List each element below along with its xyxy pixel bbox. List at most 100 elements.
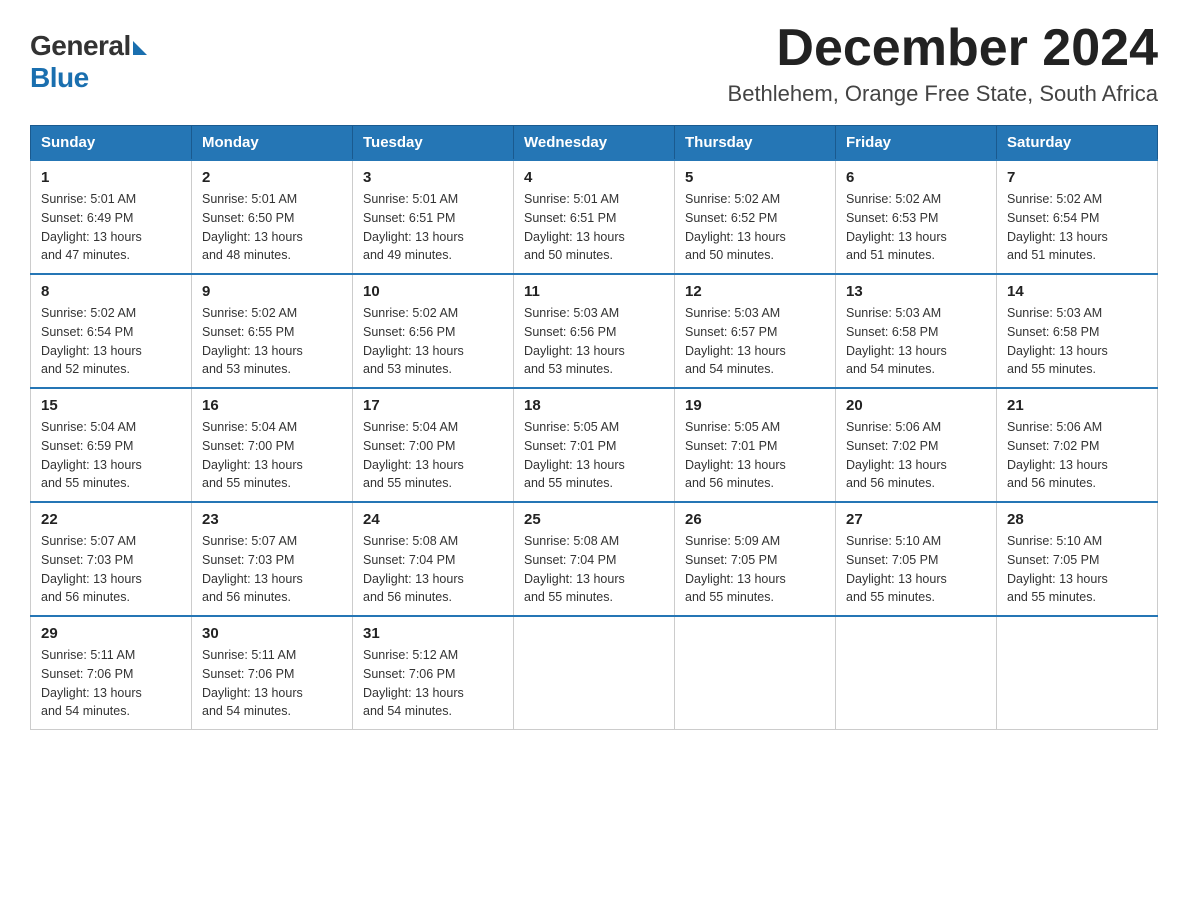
day-info: Sunrise: 5:04 AMSunset: 7:00 PMDaylight:… [202, 418, 342, 493]
day-info: Sunrise: 5:02 AMSunset: 6:53 PMDaylight:… [846, 190, 986, 265]
day-info: Sunrise: 5:09 AMSunset: 7:05 PMDaylight:… [685, 532, 825, 607]
day-info: Sunrise: 5:01 AMSunset: 6:51 PMDaylight:… [363, 190, 503, 265]
calendar-cell: 8 Sunrise: 5:02 AMSunset: 6:54 PMDaylight… [31, 274, 192, 388]
header-cell-tuesday: Tuesday [353, 126, 514, 161]
calendar-cell: 30Sunrise: 5:11 AMSunset: 7:06 PMDayligh… [192, 616, 353, 730]
day-number: 14 [1007, 283, 1147, 300]
logo-text: General Blue [30, 30, 147, 94]
day-info: Sunrise: 5:02 AMSunset: 6:54 PMDaylight:… [41, 304, 181, 379]
day-info: Sunrise: 5:05 AMSunset: 7:01 PMDaylight:… [685, 418, 825, 493]
calendar-cell: 10 Sunrise: 5:02 AMSunset: 6:56 PMDayligh… [353, 274, 514, 388]
day-info: Sunrise: 5:01 AMSunset: 6:50 PMDaylight:… [202, 190, 342, 265]
day-number: 5 [685, 169, 825, 186]
day-info: Sunrise: 5:10 AMSunset: 7:05 PMDaylight:… [846, 532, 986, 607]
calendar-cell [836, 616, 997, 730]
calendar-cell: 23Sunrise: 5:07 AMSunset: 7:03 PMDayligh… [192, 502, 353, 616]
calendar-cell: 25 Sunrise: 5:08 AMSunset: 7:04 PMDayligh… [514, 502, 675, 616]
day-number: 20 [846, 397, 986, 414]
day-info: Sunrise: 5:01 AMSunset: 6:51 PMDaylight:… [524, 190, 664, 265]
calendar-cell: 29Sunrise: 5:11 AMSunset: 7:06 PMDayligh… [31, 616, 192, 730]
day-number: 1 [41, 169, 181, 186]
calendar-cell: 3 Sunrise: 5:01 AMSunset: 6:51 PMDaylight… [353, 160, 514, 274]
day-number: 10 [363, 283, 503, 300]
calendar-cell: 7Sunrise: 5:02 AMSunset: 6:54 PMDaylight… [997, 160, 1158, 274]
day-info: Sunrise: 5:02 AMSunset: 6:54 PMDaylight:… [1007, 190, 1147, 265]
day-info: Sunrise: 5:02 AMSunset: 6:52 PMDaylight:… [685, 190, 825, 265]
logo-blue: Blue [30, 62, 89, 93]
calendar-cell: 18 Sunrise: 5:05 AMSunset: 7:01 PMDayligh… [514, 388, 675, 502]
calendar-cell: 16 Sunrise: 5:04 AMSunset: 7:00 PMDayligh… [192, 388, 353, 502]
calendar-cell: 28 Sunrise: 5:10 AMSunset: 7:05 PMDayligh… [997, 502, 1158, 616]
day-number: 25 [524, 511, 664, 528]
day-number: 8 [41, 283, 181, 300]
day-info: Sunrise: 5:10 AMSunset: 7:05 PMDaylight:… [1007, 532, 1147, 607]
calendar-cell [514, 616, 675, 730]
calendar-cell: 11 Sunrise: 5:03 AMSunset: 6:56 PMDayligh… [514, 274, 675, 388]
calendar-cell: 21 Sunrise: 5:06 AMSunset: 7:02 PMDayligh… [997, 388, 1158, 502]
header-row: SundayMondayTuesdayWednesdayThursdayFrid… [31, 126, 1158, 161]
calendar-cell: 5 Sunrise: 5:02 AMSunset: 6:52 PMDaylight… [675, 160, 836, 274]
calendar-table: SundayMondayTuesdayWednesdayThursdayFrid… [30, 125, 1158, 730]
calendar-cell: 2 Sunrise: 5:01 AMSunset: 6:50 PMDaylight… [192, 160, 353, 274]
calendar-cell [997, 616, 1158, 730]
day-info: Sunrise: 5:03 AMSunset: 6:58 PMDaylight:… [846, 304, 986, 379]
day-number: 12 [685, 283, 825, 300]
day-info: Sunrise: 5:03 AMSunset: 6:58 PMDaylight:… [1007, 304, 1147, 379]
day-number: 3 [363, 169, 503, 186]
calendar-cell: 9 Sunrise: 5:02 AMSunset: 6:55 PMDaylight… [192, 274, 353, 388]
day-info: Sunrise: 5:12 AMSunset: 7:06 PMDaylight:… [363, 646, 503, 721]
day-number: 24 [363, 511, 503, 528]
day-info: Sunrise: 5:02 AMSunset: 6:56 PMDaylight:… [363, 304, 503, 379]
calendar-cell: 15 Sunrise: 5:04 AMSunset: 6:59 PMDayligh… [31, 388, 192, 502]
calendar-header: SundayMondayTuesdayWednesdayThursdayFrid… [31, 126, 1158, 161]
day-number: 13 [846, 283, 986, 300]
header-cell-monday: Monday [192, 126, 353, 161]
day-number: 22 [41, 511, 181, 528]
logo-general: General [30, 30, 131, 61]
header-cell-thursday: Thursday [675, 126, 836, 161]
location-title: Bethlehem, Orange Free State, South Afri… [728, 81, 1158, 107]
day-number: 2 [202, 169, 342, 186]
day-number: 21 [1007, 397, 1147, 414]
day-info: Sunrise: 5:04 AMSunset: 6:59 PMDaylight:… [41, 418, 181, 493]
day-info: Sunrise: 5:03 AMSunset: 6:56 PMDaylight:… [524, 304, 664, 379]
month-title: December 2024 [728, 20, 1158, 77]
day-number: 15 [41, 397, 181, 414]
logo-triangle-icon [133, 41, 147, 55]
calendar-cell: 4 Sunrise: 5:01 AMSunset: 6:51 PMDaylight… [514, 160, 675, 274]
day-info: Sunrise: 5:06 AMSunset: 7:02 PMDaylight:… [846, 418, 986, 493]
calendar-week-row: 8 Sunrise: 5:02 AMSunset: 6:54 PMDaylight… [31, 274, 1158, 388]
day-info: Sunrise: 5:02 AMSunset: 6:55 PMDaylight:… [202, 304, 342, 379]
calendar-cell: 12Sunrise: 5:03 AMSunset: 6:57 PMDayligh… [675, 274, 836, 388]
header-cell-friday: Friday [836, 126, 997, 161]
calendar-week-row: 22Sunrise: 5:07 AMSunset: 7:03 PMDayligh… [31, 502, 1158, 616]
day-info: Sunrise: 5:08 AMSunset: 7:04 PMDaylight:… [524, 532, 664, 607]
day-number: 17 [363, 397, 503, 414]
day-number: 16 [202, 397, 342, 414]
day-number: 26 [685, 511, 825, 528]
day-number: 6 [846, 169, 986, 186]
header-cell-sunday: Sunday [31, 126, 192, 161]
header: General Blue December 2024 Bethlehem, Or… [30, 20, 1158, 107]
calendar-cell: 22Sunrise: 5:07 AMSunset: 7:03 PMDayligh… [31, 502, 192, 616]
day-info: Sunrise: 5:04 AMSunset: 7:00 PMDaylight:… [363, 418, 503, 493]
day-number: 29 [41, 625, 181, 642]
day-number: 11 [524, 283, 664, 300]
day-number: 9 [202, 283, 342, 300]
day-number: 31 [363, 625, 503, 642]
day-info: Sunrise: 5:05 AMSunset: 7:01 PMDaylight:… [524, 418, 664, 493]
calendar-week-row: 29 Sunrise: 5:11 AMSunset: 7:06 PMDayligh… [31, 616, 1158, 730]
title-area: December 2024 Bethlehem, Orange Free Sta… [728, 20, 1158, 107]
header-cell-saturday: Saturday [997, 126, 1158, 161]
day-number: 28 [1007, 511, 1147, 528]
calendar-cell: 26 Sunrise: 5:09 AMSunset: 7:05 PMDayligh… [675, 502, 836, 616]
calendar-cell: 20 Sunrise: 5:06 AMSunset: 7:02 PMDayligh… [836, 388, 997, 502]
calendar-cell: 6 Sunrise: 5:02 AMSunset: 6:53 PMDaylight… [836, 160, 997, 274]
day-info: Sunrise: 5:06 AMSunset: 7:02 PMDaylight:… [1007, 418, 1147, 493]
day-info: Sunrise: 5:11 AMSunset: 7:06 PMDaylight:… [202, 646, 342, 721]
day-number: 23 [202, 511, 342, 528]
calendar-cell: 24Sunrise: 5:08 AMSunset: 7:04 PMDayligh… [353, 502, 514, 616]
day-number: 4 [524, 169, 664, 186]
day-number: 18 [524, 397, 664, 414]
calendar-cell: 13 Sunrise: 5:03 AMSunset: 6:58 PMDayligh… [836, 274, 997, 388]
